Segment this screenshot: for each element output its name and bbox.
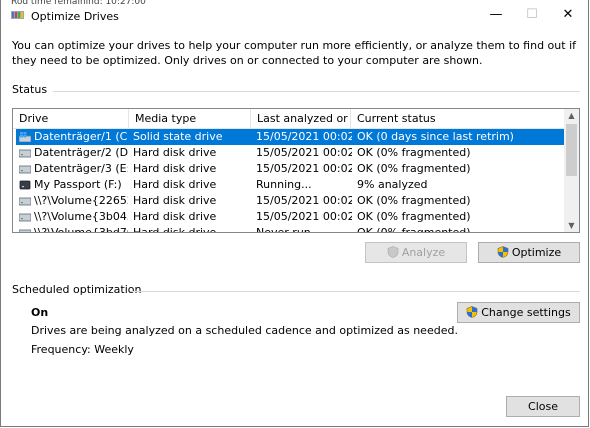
vertical-scrollbar[interactable]: ▲ ▼: [564, 109, 579, 232]
drives-list[interactable]: Drive Media type Last analyzed or o... C…: [12, 108, 580, 233]
drive-name: \\?\Volume{3bd70...: [34, 226, 128, 233]
last-analyzed: Running...: [256, 178, 312, 191]
analyze-button[interactable]: Analyze: [365, 242, 467, 263]
scheduled-section-label: Scheduled optimization: [12, 283, 142, 296]
hard-drive-icon: [19, 229, 31, 232]
table-row[interactable]: Datenträger/1 (C:) Solid state drive 15/…: [16, 129, 565, 145]
table-row[interactable]: My Passport (F:) Hard disk drive Running…: [16, 177, 565, 193]
media-type: Hard disk drive: [133, 146, 217, 159]
table-row[interactable]: Datenträger/3 (E:) Hard disk drive 15/05…: [16, 161, 565, 177]
maximize-icon: ☐: [526, 7, 538, 22]
optimize-label: Optimize: [511, 246, 562, 259]
last-analyzed: 15/05/2021 00:02: [256, 194, 352, 207]
close-window-button[interactable]: ✕: [551, 4, 585, 26]
uac-shield-icon: [387, 246, 399, 258]
title-bar: Optimize Drives — ☐ ✕: [1, 4, 588, 28]
current-status: 9% analyzed: [357, 178, 428, 191]
optimize-drives-app-icon: [11, 11, 24, 19]
drive-name: \\?\Volume{226526...: [34, 194, 128, 207]
minimize-button[interactable]: —: [479, 4, 513, 26]
current-status: OK (0% fragmented): [357, 226, 471, 233]
external-drive-icon: [19, 180, 31, 190]
hard-drive-icon: [19, 197, 31, 206]
media-type: Hard disk drive: [133, 162, 217, 175]
windows-drive-icon: [19, 132, 31, 142]
hard-drive-icon: [19, 213, 31, 222]
column-header-last-analyzed[interactable]: Last analyzed or o...: [251, 109, 351, 128]
scroll-up-button[interactable]: ▲: [564, 109, 579, 122]
last-analyzed: 15/05/2021 00:02: [256, 162, 352, 175]
close-button[interactable]: Close: [506, 396, 580, 417]
current-status: OK (0% fragmented): [357, 194, 471, 207]
drive-name: Datenträger/2 (D:): [34, 146, 128, 159]
table-row[interactable]: \\?\Volume{3bd70... Hard disk drive Neve…: [16, 225, 565, 233]
status-section-label: Status: [12, 83, 48, 96]
description-text: You can optimize your drives to help you…: [12, 39, 576, 67]
change-settings-button[interactable]: Change settings: [457, 302, 580, 323]
drive-name: My Passport (F:): [34, 178, 122, 191]
uac-shield-icon: [497, 246, 509, 258]
chevron-up-icon: ▲: [568, 111, 575, 120]
schedule-state: On: [31, 306, 49, 319]
table-row[interactable]: \\?\Volume{226526... Hard disk drive 15/…: [16, 193, 565, 209]
maximize-button[interactable]: ☐: [515, 4, 549, 26]
last-analyzed: Never run: [256, 226, 311, 233]
close-icon: ✕: [562, 7, 574, 22]
media-type: Hard disk drive: [133, 226, 217, 233]
column-header-media-type[interactable]: Media type: [129, 109, 251, 128]
drive-name: Datenträger/1 (C:): [34, 130, 128, 143]
scroll-thumb[interactable]: [566, 124, 577, 176]
last-analyzed: 15/05/2021 00:02: [256, 130, 352, 143]
current-status: OK (0 days since last retrim): [357, 130, 514, 143]
change-settings-label: Change settings: [481, 306, 571, 319]
media-type: Hard disk drive: [133, 210, 217, 223]
minimize-icon: —: [489, 7, 503, 22]
drive-name: Datenträger/3 (E:): [34, 162, 128, 175]
media-type: Hard disk drive: [133, 194, 217, 207]
scroll-down-button[interactable]: ▼: [564, 219, 579, 232]
optimize-drives-window: Rog time remaining: 10:27:00 Optimize Dr…: [0, 0, 589, 427]
schedule-detail: Drives are being analyzed on a scheduled…: [31, 324, 458, 337]
scheduled-divider: [130, 291, 580, 292]
schedule-frequency: Frequency: Weekly: [31, 343, 134, 356]
media-type: Hard disk drive: [133, 178, 217, 191]
current-status: OK (0% fragmented): [357, 162, 471, 175]
uac-shield-icon: [466, 306, 478, 318]
last-analyzed: 15/05/2021 00:02: [256, 210, 352, 223]
window-title: Optimize Drives: [31, 10, 119, 23]
last-analyzed: 15/05/2021 00:02: [256, 146, 352, 159]
optimize-button[interactable]: Optimize: [478, 242, 580, 263]
current-status: OK (0% fragmented): [357, 210, 471, 223]
drive-name: \\?\Volume{3b0453...: [34, 210, 128, 223]
column-header-current-status[interactable]: Current status: [351, 109, 565, 128]
table-row[interactable]: \\?\Volume{3b0453... Hard disk drive 15/…: [16, 209, 565, 225]
analyze-label: Analyze: [401, 246, 446, 259]
status-divider: [53, 91, 580, 92]
chevron-down-icon: ▼: [568, 221, 575, 230]
hard-drive-icon: [19, 149, 31, 158]
column-header-drive[interactable]: Drive: [13, 109, 129, 128]
current-status: OK (0% fragmented): [357, 146, 471, 159]
hard-drive-icon: [19, 165, 31, 174]
table-row[interactable]: Datenträger/2 (D:) Hard disk drive 15/05…: [16, 145, 565, 161]
media-type: Solid state drive: [133, 130, 223, 143]
